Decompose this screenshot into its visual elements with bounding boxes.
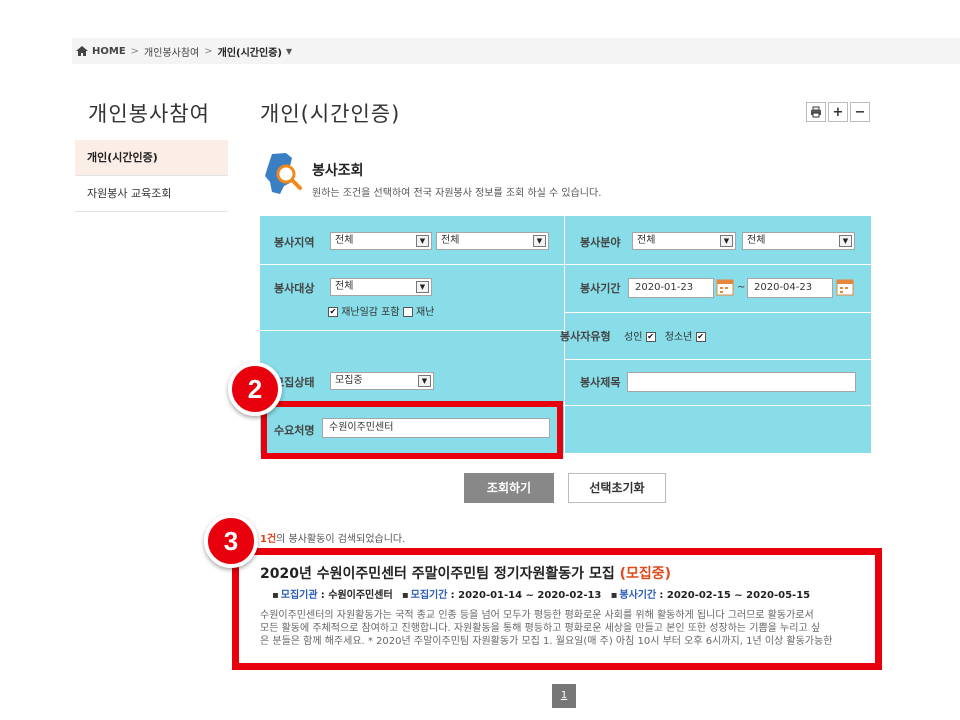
form-divider [260,330,565,331]
breadcrumb-current[interactable]: 개인(시간인증) [218,44,282,59]
result-card-body-line: 은 분들은 함께 해주세요. * 2020년 주말이주민팀 자원활동가 모집 1… [260,636,833,647]
youth-checkbox[interactable]: ✔ [695,332,706,342]
status-badge: (모집중) [619,566,672,582]
region-select-1[interactable]: 전체 ▼ [330,232,432,250]
search-button[interactable]: 조회하기 [464,473,554,503]
sidebar-item-personal-time[interactable]: 개인(시간인증) [75,140,228,176]
meta-recruit-value: : 2020-01-14 ~ 2020-02-13 [450,590,602,601]
zoom-out-button[interactable]: − [850,102,870,122]
calendar-icon[interactable] [716,278,734,296]
region-select-1-value: 전체 [335,235,354,246]
volunteer-type-label: 봉사자유형 [560,330,611,343]
print-button[interactable] [806,102,826,122]
form-divider [565,359,871,360]
chevron-down-icon: ▼ [416,235,429,247]
field-select-2[interactable]: 전체 ▼ [742,232,855,250]
period-start-input[interactable]: 2020-01-23 [628,278,714,298]
period-separator: ~ [737,282,746,293]
chevron-down-icon[interactable]: ▼ [286,47,292,56]
status-select-value: 모집중 [335,375,363,386]
breadcrumb-separator: > [204,45,213,57]
result-card-title-text: 2020년 수원이주민센터 주말이주민팀 정기자원활동가 모집 [260,566,615,582]
breadcrumb-home[interactable]: HOME [92,46,126,57]
sidebar-item-education[interactable]: 자원봉사 교육조회 [75,176,228,212]
adult-checkbox[interactable]: ✔ [645,332,656,342]
chevron-down-icon: ▼ [418,375,431,387]
field-select-2-value: 전체 [747,235,766,246]
page-title: 개인(시간인증) [260,102,401,126]
title-input[interactable] [627,372,856,392]
zoom-in-button[interactable]: + [828,102,848,122]
result-card-body: 수원이주민센터의 자원활동가는 국적 종교 인종 등을 넘어 모두가 평등한 평… [260,609,866,648]
bullet: ▪ [610,590,618,601]
disaster-include-label: 재난일감 포함 [341,307,400,318]
disaster-options: ✔ 재난일감 포함 재난 [328,303,434,318]
target-select[interactable]: 전체 ▼ [330,278,432,296]
adult-label: 성인 [624,332,643,343]
meta-service-label: 봉사기간 [619,590,657,601]
breadcrumb-level1[interactable]: 개인봉사참여 [144,44,199,59]
sidebar-nav: 개인(시간인증) 자원봉사 교육조회 [75,140,228,212]
search-description: 원하는 조건을 선택하여 전국 자원봉사 정보를 조회 하실 수 있습니다. [312,188,602,199]
breadcrumb: HOME > 개인봉사참여 > 개인(시간인증) ▼ [72,38,960,64]
region-select-2-value: 전체 [441,235,460,246]
sidebar-title: 개인봉사참여 [88,102,210,126]
disaster-label: 재난 [415,307,435,318]
home-icon[interactable] [76,46,88,56]
meta-org-value: : 수원이주민센터 [320,590,393,601]
meta-org-label: 모집기관 [280,590,318,601]
map-search-icon [265,153,302,194]
target-select-value: 전체 [335,281,354,292]
result-count-number: 1건 [260,534,277,545]
disaster-include-checkbox[interactable]: ✔ [328,307,338,317]
bullet: ▪ [401,590,409,601]
form-divider [565,405,871,406]
result-card-body-line: 모든 활동에 주체적으로 참여하고 진행합니다. 자원활동을 통해 평등하고 평… [260,623,821,634]
meta-recruit-label: 모집기간 [410,590,448,601]
annotation-badge-2: 2 [228,362,282,416]
region-label: 봉사지역 [274,236,315,249]
annotation-badge-3: 3 [204,514,258,568]
reset-button[interactable]: 선택초기화 [568,473,666,503]
plus-icon: + [832,104,844,120]
pagination-page-1[interactable]: 1 [552,684,576,708]
youth-label: 청소년 [664,332,693,343]
period-end-input[interactable]: 2020-04-23 [747,278,833,298]
volunteer-type-options: 성인 ✔ 청소년 ✔ [624,328,706,343]
title-label: 봉사제목 [580,376,621,389]
chevron-down-icon: ▼ [720,235,733,247]
minus-icon: − [854,104,866,120]
disaster-checkbox[interactable] [402,307,413,317]
field-label: 봉사분야 [580,236,621,249]
result-card[interactable]: 2020년 수원이주민센터 주말이주민팀 정기자원활동가 모집 (모집중) ▪ 모… [252,563,866,655]
page-tools: + − [806,102,870,122]
meta-service-value: : 2020-02-15 ~ 2020-05-15 [659,590,811,601]
result-count-text: 의 봉사활동이 검색되었습니다. [276,534,406,545]
form-divider [260,264,871,265]
print-icon [811,106,821,118]
chevron-down-icon: ▼ [533,235,546,247]
annotation-box-2 [261,401,563,459]
target-label: 봉사대상 [274,282,315,295]
calendar-icon[interactable] [836,278,854,296]
status-select[interactable]: 모집중 ▼ [330,372,434,390]
bullet: ▪ [272,590,279,601]
field-select-1[interactable]: 전체 ▼ [632,232,736,250]
period-label: 봉사기간 [580,282,621,295]
result-card-title[interactable]: 2020년 수원이주민센터 주말이주민팀 정기자원활동가 모집 (모집중) [260,563,866,583]
region-select-2[interactable]: 전체 ▼ [436,232,549,250]
search-heading: 봉사조회 [312,163,364,179]
field-select-1-value: 전체 [637,235,656,246]
result-count: 1건의 봉사활동이 검색되었습니다. [260,530,405,545]
breadcrumb-separator: > [130,45,140,57]
chevron-down-icon: ▼ [839,235,852,247]
chevron-down-icon: ▼ [416,281,429,293]
form-divider [565,312,871,313]
result-card-meta: ▪ 모집기관 : 수원이주민센터 ▪ 모집기간 : 2020-01-14 ~ 202… [266,586,866,601]
result-card-body-line: 수원이주민센터의 자원활동가는 국적 종교 인종 등을 넘어 모두가 평등한 평… [260,610,814,621]
